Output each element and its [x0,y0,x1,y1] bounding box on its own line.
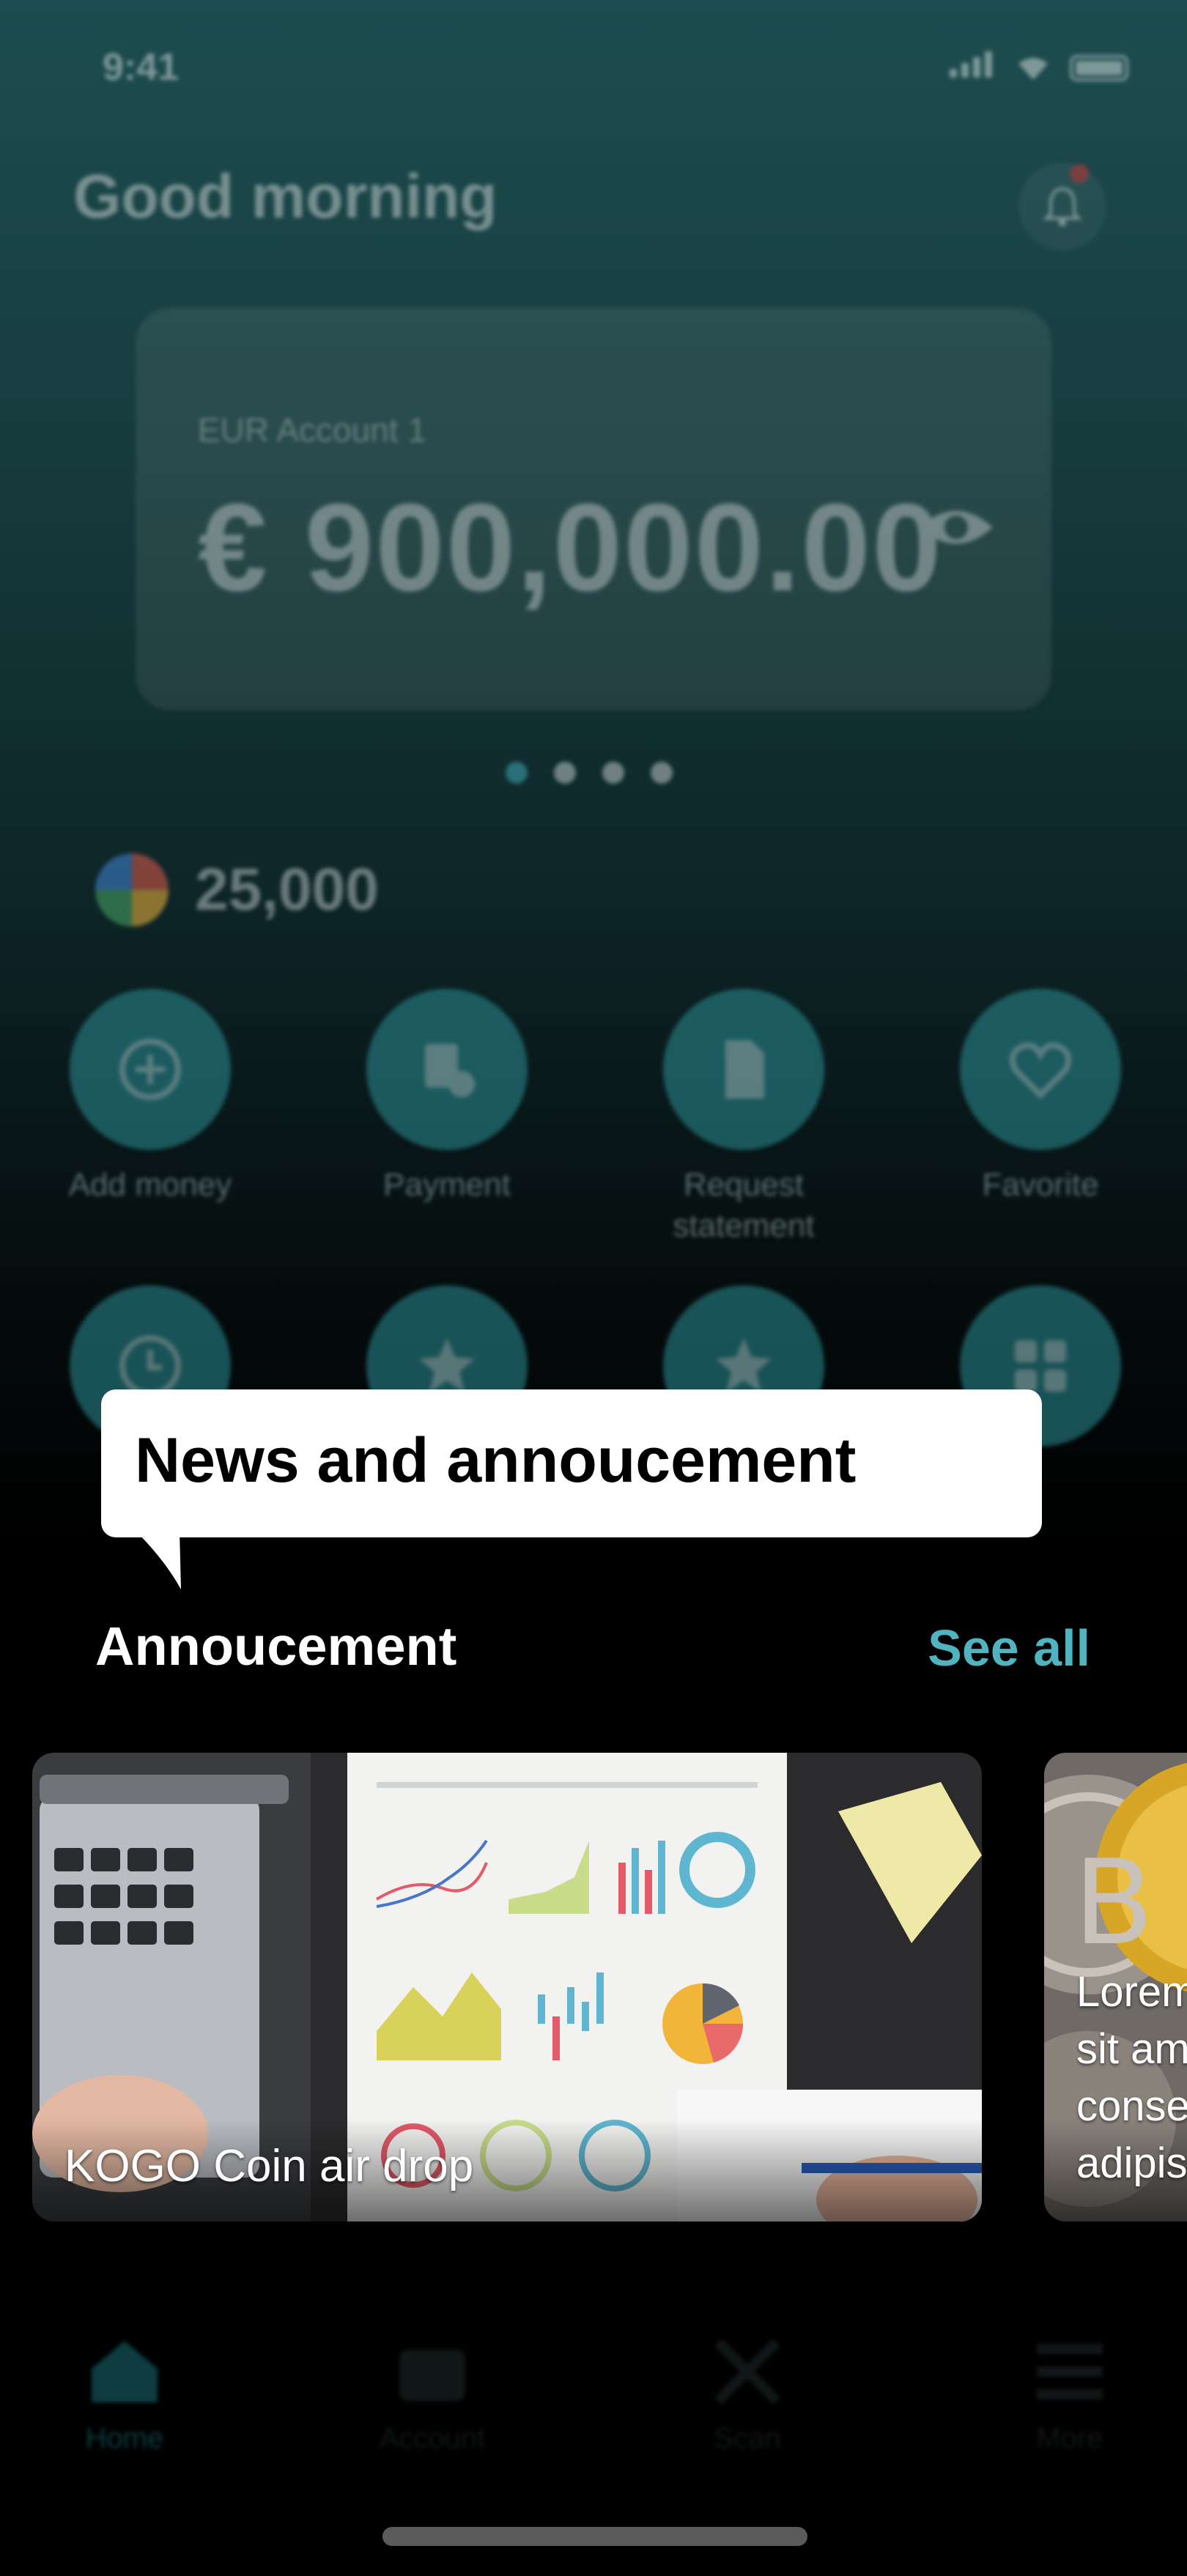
wifi-icon [1018,58,1048,80]
notification-button[interactable] [1018,163,1106,250]
action-circle [366,989,528,1150]
heart-icon [1010,1042,1071,1099]
add-money-button[interactable]: Add money [26,989,275,1206]
status-time: 9:41 [103,46,180,89]
nav-account[interactable]: Account [322,2335,542,2455]
tooltip-pointer [136,1531,181,1589]
favorite-button[interactable]: Favorite [916,989,1165,1206]
announcement-title: Annoucement [95,1616,457,1677]
nav-label: Home [85,2422,164,2454]
nav-label: More [1036,2422,1103,2454]
scan-icon [714,2339,780,2405]
account-card[interactable]: EUR Account 1 € 900,000.00 [136,308,1051,710]
nav-home[interactable]: Home [15,2335,234,2455]
pagination-dot[interactable] [506,762,528,784]
payment-icon [425,1044,475,1097]
wallet-icon [399,2350,465,2401]
action-circle [960,989,1121,1150]
pagination-dot[interactable] [602,762,624,784]
coin-balance[interactable]: 25,000 [95,853,379,927]
request-statement-button[interactable]: Request statement [619,989,868,1247]
action-label: Add money [68,1167,232,1203]
nav-scan[interactable]: Scan [637,2335,857,2455]
action-label: Payment [383,1167,511,1203]
status-icons [950,51,1128,81]
tooltip-text: News and annoucement [135,1425,857,1496]
app-screen: 9:41 Good morning EUR Account 1 € 900,00… [0,0,1187,2576]
document-icon [725,1040,764,1099]
coin-icon [95,853,169,927]
card-pagination[interactable] [506,762,673,784]
nav-more[interactable]: More [960,2335,1180,2455]
pagination-dot[interactable] [651,762,673,784]
home-indicator [382,2527,807,2546]
coin-value: 25,000 [195,856,379,923]
menu-icon [1037,2344,1103,2399]
see-all-link[interactable]: See all [928,1619,1090,1677]
action-circle [663,989,824,1150]
announcement-card[interactable]: B Lorem ipsum dolor sit amet, consectetu… [1044,1753,1187,2221]
payment-button[interactable]: Payment [322,989,572,1206]
greeting-title: Good morning [73,162,498,231]
announcement-caption: Lorem ipsum dolor sit amet, consectetur … [1076,1968,1187,2187]
nav-label: Scan [714,2422,781,2454]
pagination-dot[interactable] [554,762,576,784]
plus-circle-icon [119,1039,181,1100]
svg-text:B: B [1073,1834,1154,1971]
bell-icon [1043,187,1082,226]
notification-badge [1070,164,1089,183]
home-icon [92,2341,158,2402]
announcement-card[interactable]: KOGO Coin air drop [32,1753,982,2221]
signal-icon [950,51,996,81]
announcement-caption: KOGO Coin air drop [64,2141,474,2191]
account-label: EUR Account 1 [198,411,426,449]
status-bar: 9:41 [0,0,1187,146]
action-circle [70,989,231,1150]
action-label: Request statement [673,1167,815,1244]
eye-icon[interactable] [916,502,996,553]
coach-mark-tooltip[interactable]: News and annoucement [101,1389,1042,1537]
account-balance: € 900,000.00 [198,478,943,617]
action-label: Favorite [982,1167,1099,1203]
bottom-navigation: Home Account Scan More [0,2315,1187,2483]
nav-label: Account [379,2422,486,2454]
battery-icon [1070,55,1128,81]
